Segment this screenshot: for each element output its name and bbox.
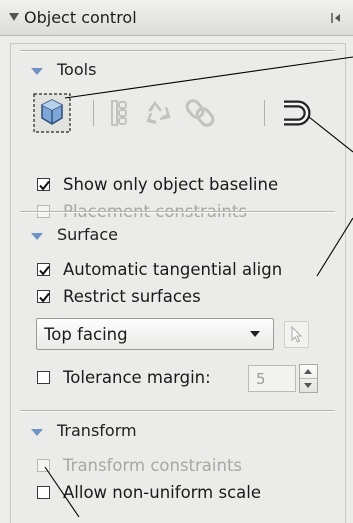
checkbox-label: Transform constraints (63, 456, 243, 475)
checkbox-box[interactable] (37, 263, 50, 276)
chevron-down-icon (250, 331, 260, 337)
checkbox-label: Allow non-uniform scale (63, 483, 261, 502)
dropdown-value: Top facing (44, 325, 128, 344)
tolerance-value: 5 (256, 370, 266, 388)
magnet-icon (284, 100, 311, 126)
surface-expand-icon[interactable] (31, 233, 43, 240)
chevron-down-icon[interactable] (304, 383, 312, 388)
triangle-down-icon[interactable] (9, 13, 19, 21)
checkbox-label: Tolerance margin: (63, 368, 211, 387)
section-divider (20, 410, 335, 412)
link-tool-button[interactable] (182, 93, 218, 133)
tolerance-stepper[interactable] (299, 364, 318, 393)
align-stack-icon (111, 100, 127, 126)
transform-expand-icon[interactable] (31, 429, 43, 436)
select-object-tool-button[interactable] (33, 93, 71, 133)
align-tool-button[interactable] (104, 93, 134, 133)
checkbox-label: Restrict surfaces (63, 287, 201, 306)
distribute-tool-button[interactable] (140, 93, 176, 133)
panel-dock-icon[interactable] (329, 11, 343, 25)
panel-header[interactable]: Object control (0, 0, 353, 36)
attach-tool-button[interactable] (276, 93, 312, 133)
checkbox-box[interactable] (37, 371, 50, 384)
checkbox-box[interactable] (37, 486, 50, 499)
pick-surface-button[interactable] (284, 321, 309, 348)
surface-section-title[interactable]: Surface (57, 225, 118, 244)
facing-dropdown[interactable]: Top facing (36, 318, 274, 350)
section-divider (20, 50, 335, 52)
toolbar-separator (264, 100, 265, 126)
chevron-up-icon[interactable] (304, 369, 312, 374)
checkbox-label: Automatic tangential align (63, 260, 283, 279)
section-divider (20, 211, 335, 213)
checkbox-box[interactable] (37, 459, 50, 472)
recycle-arrows-icon (146, 101, 171, 125)
toolbar-separator (93, 100, 94, 126)
panel-title: Object control (24, 8, 137, 27)
pointer-arrow-icon (291, 325, 303, 343)
checkbox-label: Show only object baseline (63, 175, 279, 194)
tools-section-title[interactable]: Tools (57, 60, 96, 79)
chain-link-icon (185, 99, 215, 127)
checkbox-box[interactable] (37, 290, 50, 303)
cube-select-icon (41, 99, 63, 125)
tolerance-spinbox[interactable]: 5 (248, 365, 296, 392)
tools-expand-icon[interactable] (31, 68, 43, 75)
transform-section-title[interactable]: Transform (57, 421, 137, 440)
checkbox-box[interactable] (37, 178, 50, 191)
